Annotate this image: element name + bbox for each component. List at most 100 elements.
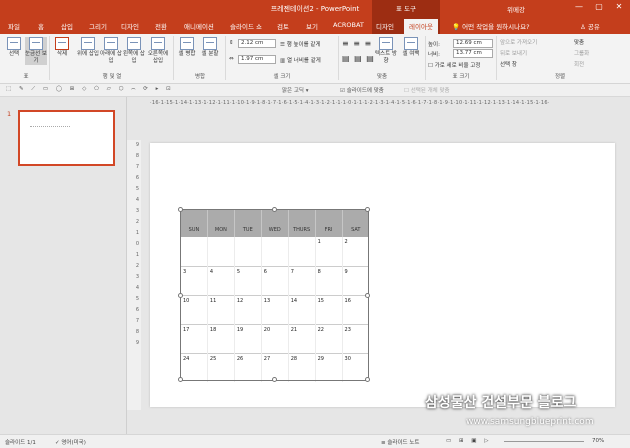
calendar-day-cell[interactable]: 12: [233, 294, 262, 324]
calendar-day-cell[interactable]: 22: [314, 323, 343, 353]
maximize-button[interactable]: ▢: [592, 2, 606, 11]
calendar-day-cell[interactable]: 27: [260, 352, 289, 382]
calendar-day-cell[interactable]: 29: [314, 352, 343, 382]
view-buttons[interactable]: ▭ ⊞ ▣ ▷: [446, 438, 491, 444]
rotate-button[interactable]: 회전: [574, 60, 584, 68]
distribute-cols-button[interactable]: ▥ 열 너비를 같게: [280, 56, 321, 64]
snap-to-slide-checkbox[interactable]: ☑ 슬라이드에 맞춤: [340, 86, 384, 94]
share-button[interactable]: ♙ 공유: [580, 21, 600, 31]
calendar-day-cell[interactable]: 30: [341, 352, 369, 382]
calendar-day-cell[interactable]: 28: [287, 352, 316, 382]
cell-margins-button[interactable]: 셀 여백: [400, 37, 422, 58]
calendar-day-cell[interactable]: 9: [341, 265, 369, 295]
calendar-day-cell[interactable]: 6: [260, 265, 289, 295]
selection-pane-button[interactable]: 선택 창: [500, 60, 517, 68]
language-indicator[interactable]: ✓ 영어(미국): [55, 438, 86, 446]
user-name[interactable]: 위메강: [507, 4, 525, 14]
day-header[interactable]: SUN: [180, 209, 208, 237]
notes-button[interactable]: ≡ 슬라이드 노트: [381, 438, 419, 446]
calendar-day-cell[interactable]: 16: [341, 294, 369, 324]
table-width-input[interactable]: 13.77 cm: [453, 49, 493, 58]
table-height-input[interactable]: 12.69 cm: [453, 39, 493, 48]
calendar-day-cell[interactable]: [233, 237, 262, 266]
calendar-day-cell[interactable]: 8: [314, 265, 343, 295]
tab-acrobat[interactable]: ACROBAT: [333, 21, 364, 29]
split-cells-button[interactable]: 셀 분할: [199, 37, 221, 58]
calendar-day-cell[interactable]: 7: [287, 265, 316, 295]
insert-above-button[interactable]: 위에 삽입: [77, 37, 99, 58]
cell-height-input[interactable]: 2.12 cm: [238, 39, 276, 48]
font-select[interactable]: 맑은 고딕 ▾: [282, 86, 309, 94]
tab-animations[interactable]: 애니메이션: [184, 21, 214, 31]
insert-left-button[interactable]: 왼쪽에 삽입: [123, 37, 145, 65]
insert-right-button[interactable]: 오른쪽에 삽입: [146, 37, 170, 65]
calendar-day-cell[interactable]: 13: [260, 294, 289, 324]
calendar-day-cell[interactable]: 25: [206, 352, 235, 382]
align-button[interactable]: 맞춤: [574, 38, 584, 46]
tell-me-search[interactable]: 💡 어떤 작업을 원하시나요?: [452, 21, 530, 31]
calendar-day-cell[interactable]: 19: [233, 323, 262, 353]
day-header[interactable]: TUE: [233, 209, 262, 237]
tab-transitions[interactable]: 전환: [155, 21, 167, 31]
calendar-day-cell[interactable]: [260, 237, 289, 266]
tab-design[interactable]: 디자인: [121, 21, 139, 31]
slide-thumbnail[interactable]: [18, 110, 115, 166]
insert-below-button[interactable]: 아래에 삽입: [100, 37, 122, 65]
calendar-day-cell[interactable]: 10: [180, 294, 208, 324]
tab-view[interactable]: 보기: [306, 21, 318, 31]
calendar-day-cell[interactable]: 11: [206, 294, 235, 324]
align-selected-checkbox[interactable]: ☐ 선택된 개체 맞춤: [404, 86, 450, 94]
zoom-slider[interactable]: [504, 441, 584, 442]
qat-icons[interactable]: ⬚ ✎ ⟋ ▭ ◯ ⊞ ◇ ⬠ ▱ ⬡ ⌒ ⟳ ▸ ⊡: [6, 86, 174, 93]
tab-file[interactable]: 파일: [8, 21, 20, 31]
calendar-day-cell[interactable]: 21: [287, 323, 316, 353]
slide-number: 1: [7, 110, 12, 118]
text-direction-button[interactable]: 텍스트 방향: [374, 37, 398, 65]
calendar-day-cell[interactable]: 1: [314, 237, 343, 266]
horizontal-align-buttons[interactable]: ≡ ≡ ≡: [342, 39, 372, 48]
tab-layout[interactable]: 레이아웃: [404, 19, 438, 34]
tab-slideshow[interactable]: 슬라이드 쇼: [230, 21, 262, 31]
calendar-table[interactable]: SUN MON TUE WED THURS FRI SAT 1 2 3 4 5 6 7 8 9 10 11 12 1…: [180, 209, 369, 382]
calendar-day-cell[interactable]: 23: [341, 323, 369, 353]
calendar-day-cell[interactable]: 18: [206, 323, 235, 353]
tab-insert[interactable]: 삽입: [61, 21, 73, 31]
lock-aspect-checkbox[interactable]: ☐ 가로 세로 비율 고정: [428, 61, 480, 69]
day-header[interactable]: FRI: [314, 209, 343, 237]
view-gridlines-button[interactable]: 눈금선 보기: [25, 37, 47, 65]
calendar-day-cell[interactable]: 20: [260, 323, 289, 353]
group-button[interactable]: 그룹화: [574, 49, 589, 57]
vertical-align-buttons[interactable]: ▤ ▤ ▤: [342, 54, 375, 63]
calendar-day-cell[interactable]: 15: [314, 294, 343, 324]
calendar-day-cell[interactable]: 24: [180, 352, 208, 382]
calendar-day-cell[interactable]: 3: [180, 265, 208, 295]
select-button[interactable]: 선택: [4, 37, 24, 58]
day-header[interactable]: SAT: [341, 209, 369, 237]
day-header[interactable]: WED: [260, 209, 289, 237]
close-button[interactable]: ✕: [612, 2, 626, 11]
zoom-level[interactable]: 70%: [592, 438, 604, 444]
calendar-day-cell[interactable]: 2: [341, 237, 369, 266]
merge-cells-button[interactable]: 셀 병합: [176, 37, 198, 58]
delete-button[interactable]: 삭제: [52, 37, 72, 58]
calendar-day-cell[interactable]: 26: [233, 352, 262, 382]
calendar-day-cell[interactable]: [180, 237, 208, 266]
day-header[interactable]: MON: [206, 209, 235, 237]
minimize-button[interactable]: —: [572, 2, 586, 11]
calendar-day-cell[interactable]: 4: [206, 265, 235, 295]
tab-table-design[interactable]: 디자인: [376, 21, 394, 31]
bring-forward-button[interactable]: 앞으로 가져오기: [500, 38, 537, 46]
calendar-day-cell[interactable]: 17: [180, 323, 208, 353]
calendar-day-cell[interactable]: 5: [233, 265, 262, 295]
calendar-day-cell[interactable]: [287, 237, 316, 266]
day-header[interactable]: THURS: [287, 209, 316, 237]
send-backward-button[interactable]: 뒤로 보내기: [500, 49, 527, 57]
calendar-day-cell[interactable]: 14: [287, 294, 316, 324]
distribute-rows-button[interactable]: ☰ 행 높이를 같게: [280, 40, 321, 48]
tab-draw[interactable]: 그리기: [89, 21, 107, 31]
tab-review[interactable]: 검토: [277, 21, 289, 31]
cell-width-input[interactable]: 1.97 cm: [238, 55, 276, 64]
tab-home[interactable]: 홈: [38, 21, 44, 31]
calendar-day-cell[interactable]: [206, 237, 235, 266]
insert-right-icon: [151, 37, 165, 50]
